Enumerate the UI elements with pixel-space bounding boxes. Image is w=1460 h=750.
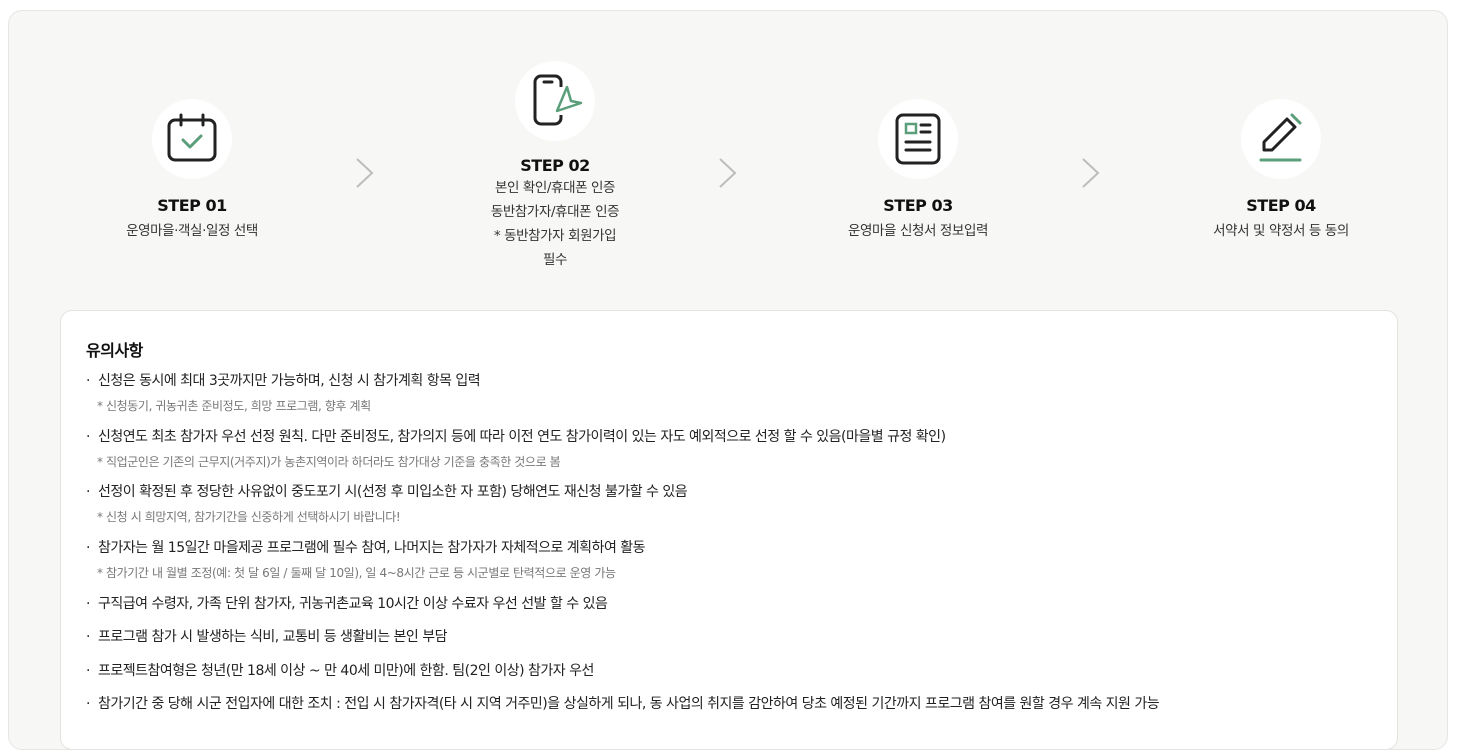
step-02: STEP 02 본인 확인/휴대폰 인증 동반참가자/휴대폰 인증 * 동반참가… [425, 61, 685, 272]
notice-item-text: 신청연도 최초 참가자 우선 선정 원칙. 다만 준비정도, 참가의지 등에 따… [98, 429, 946, 445]
notice-item: · 신청은 동시에 최대 3곳까지만 가능하며, 신청 시 참가계획 항목 입력 [86, 370, 481, 390]
bullet: · [86, 696, 90, 712]
notice-item-text: 선정이 확정된 후 정당한 사유없이 중도포기 시(선정 후 미입소한 자 포함… [98, 484, 688, 500]
notice-item-text: 참가기간 중 당해 시군 전입자에 대한 조치 : 전입 시 참가자격(타 시 … [98, 696, 1160, 712]
step-01: STEP 01 운영마을·객실·일정 선택 [62, 99, 322, 243]
step-02-line: 필수 [542, 252, 568, 268]
step-01-icon-circle [152, 99, 232, 179]
step-04-line: 서약서 및 약정서 등 동의 [1213, 223, 1349, 239]
step-03: STEP 03 운영마을 신청서 정보입력 [788, 99, 1048, 243]
step-02-icon-circle [515, 61, 595, 141]
step-04: STEP 04 서약서 및 약정서 등 동의 [1151, 99, 1411, 243]
phone-send-icon [533, 74, 583, 126]
notice-item-text: 신청은 동시에 최대 3곳까지만 가능하며, 신청 시 참가계획 항목 입력 [98, 373, 481, 389]
step-04-description: 서약서 및 약정서 등 동의 [1151, 219, 1411, 243]
step-03-description: 운영마을 신청서 정보입력 [788, 219, 1048, 243]
step-04-title: STEP 04 [1246, 196, 1316, 215]
chevron-right-icon [1082, 158, 1100, 188]
notice-item-text: 참가자는 월 15일간 마을제공 프로그램에 필수 참여, 나머지는 참가자가 … [98, 540, 646, 556]
bullet: · [86, 629, 90, 645]
bullet: · [86, 540, 90, 556]
notice-item-text: 구직급여 수령자, 가족 단위 참가자, 귀농귀촌교육 10시간 이상 수료자 … [98, 596, 608, 612]
notice-item: · 참가기간 중 당해 시군 전입자에 대한 조치 : 전입 시 참가자격(타 시… [86, 693, 1160, 713]
bullet: · [86, 663, 90, 679]
bullet: · [86, 429, 90, 445]
notice-item: · 신청연도 최초 참가자 우선 선정 원칙. 다만 준비정도, 참가의지 등에 … [86, 426, 946, 446]
notice-item: · 참가자는 월 15일간 마을제공 프로그램에 필수 참여, 나머지는 참가자가… [86, 537, 646, 557]
notice-item: · 선정이 확정된 후 정당한 사유없이 중도포기 시(선정 후 미입소한 자 포… [86, 481, 688, 501]
step-02-title: STEP 02 [520, 156, 590, 175]
calendar-check-icon [167, 113, 217, 162]
notice-item: · 구직급여 수령자, 가족 단위 참가자, 귀농귀촌교육 10시간 이상 수료자… [86, 593, 608, 613]
step-02-line: 동반참가자/휴대폰 인증 [490, 204, 620, 220]
step-03-line: 운영마을 신청서 정보입력 [847, 223, 988, 239]
step-04-icon-circle [1241, 99, 1321, 179]
step-03-icon-circle [878, 99, 958, 179]
step-01-description: 운영마을·객실·일정 선택 [62, 219, 322, 243]
step-02-line: * 동반참가자 회원가입 [493, 228, 617, 244]
notice-item-sub: * 신청동기, 귀농귀촌 준비정도, 희망 프로그램, 향후 계획 [97, 399, 371, 413]
notice-item: · 프로그램 참가 시 발생하는 식비, 교통비 등 생활비는 본인 부담 [86, 626, 448, 646]
notice-title: 유의사항 [86, 341, 143, 360]
step-02-description: 본인 확인/휴대폰 인증 동반참가자/휴대폰 인증 * 동반참가자 회원가입 필… [425, 176, 685, 272]
notice-item-sub: * 신청 시 희망지역, 참가기간을 신중하게 선택하시기 바랍니다! [97, 510, 401, 524]
application-steps-panel: STEP 01 운영마을·객실·일정 선택 STEP 02 본인 확인/휴대폰 … [8, 10, 1448, 750]
bullet: · [86, 596, 90, 612]
chevron-right-icon [356, 158, 374, 188]
notice-item-text: 프로그램 참가 시 발생하는 식비, 교통비 등 생활비는 본인 부담 [98, 629, 448, 645]
notice-box: 유의사항 · 신청은 동시에 최대 3곳까지만 가능하며, 신청 시 참가계획 항… [60, 310, 1398, 750]
bullet: · [86, 373, 90, 389]
notice-item-sub: * 참가기간 내 월별 조정(예: 첫 달 6일 / 둘째 달 10일), 일 … [97, 566, 616, 580]
notice-item: · 프로젝트참여형은 청년(만 18세 이상 ~ 만 40세 미만)에 한함. 팀… [86, 660, 594, 680]
notice-item-sub: * 직업군인은 기존의 근무지(거주지)가 농촌지역이라 하더라도 참가대상 기… [97, 455, 561, 469]
step-01-line: 운영마을·객실·일정 선택 [126, 223, 258, 239]
bullet: · [86, 484, 90, 500]
step-02-line: 본인 확인/휴대폰 인증 [494, 180, 616, 196]
notice-item-text: 프로젝트참여형은 청년(만 18세 이상 ~ 만 40세 미만)에 한함. 팀(… [98, 663, 594, 679]
pen-icon [1259, 113, 1302, 162]
step-01-title: STEP 01 [157, 196, 227, 215]
chevron-right-icon [719, 158, 737, 188]
document-icon [895, 113, 941, 165]
step-03-title: STEP 03 [883, 196, 953, 215]
